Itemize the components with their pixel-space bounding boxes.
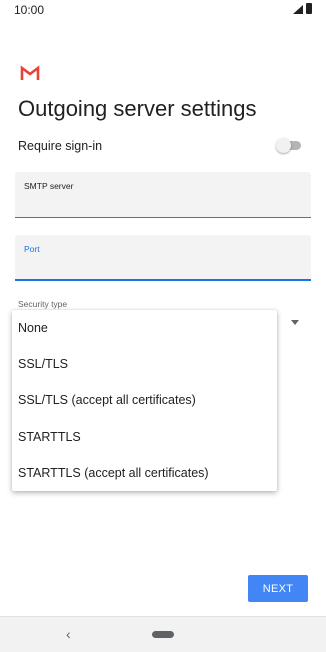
smtp-server-field[interactable]: SMTP server xyxy=(15,172,311,218)
screen: 10:00 Outgoing server settings Require s… xyxy=(0,0,326,652)
require-signin-label: Require sign-in xyxy=(18,139,103,153)
smtp-server-input[interactable] xyxy=(24,195,294,211)
security-type-menu: None SSL/TLS SSL/TLS (accept all certifi… xyxy=(12,310,277,491)
next-button[interactable]: NEXT xyxy=(248,575,308,602)
toggle-thumb xyxy=(276,138,291,153)
battery-icon xyxy=(306,3,312,14)
port-label: Port xyxy=(24,244,40,254)
status-time: 10:00 xyxy=(14,3,45,17)
page-title: Outgoing server settings xyxy=(18,96,257,121)
dropdown-arrow-icon[interactable] xyxy=(291,320,299,325)
home-pill-icon[interactable] xyxy=(152,631,174,638)
port-input[interactable] xyxy=(24,258,294,274)
back-chevron-icon[interactable]: ‹ xyxy=(66,626,71,642)
navigation-bar: ‹ xyxy=(0,616,326,652)
menu-item-ssl-tls[interactable]: SSL/TLS xyxy=(12,346,277,382)
status-bar: 10:00 xyxy=(0,0,326,20)
smtp-server-label: SMTP server xyxy=(24,181,74,191)
signal-icon xyxy=(293,5,303,14)
security-type-label: Security type xyxy=(18,299,68,309)
menu-item-ssl-tls-accept-all[interactable]: SSL/TLS (accept all certificates) xyxy=(12,382,277,418)
menu-item-starttls[interactable]: STARTTLS xyxy=(12,419,277,455)
require-signin-toggle[interactable] xyxy=(276,138,302,153)
port-field[interactable]: Port xyxy=(15,235,311,281)
gmail-logo xyxy=(20,65,40,80)
menu-item-none[interactable]: None xyxy=(12,310,277,346)
menu-item-starttls-accept-all[interactable]: STARTTLS (accept all certificates) xyxy=(12,455,277,491)
